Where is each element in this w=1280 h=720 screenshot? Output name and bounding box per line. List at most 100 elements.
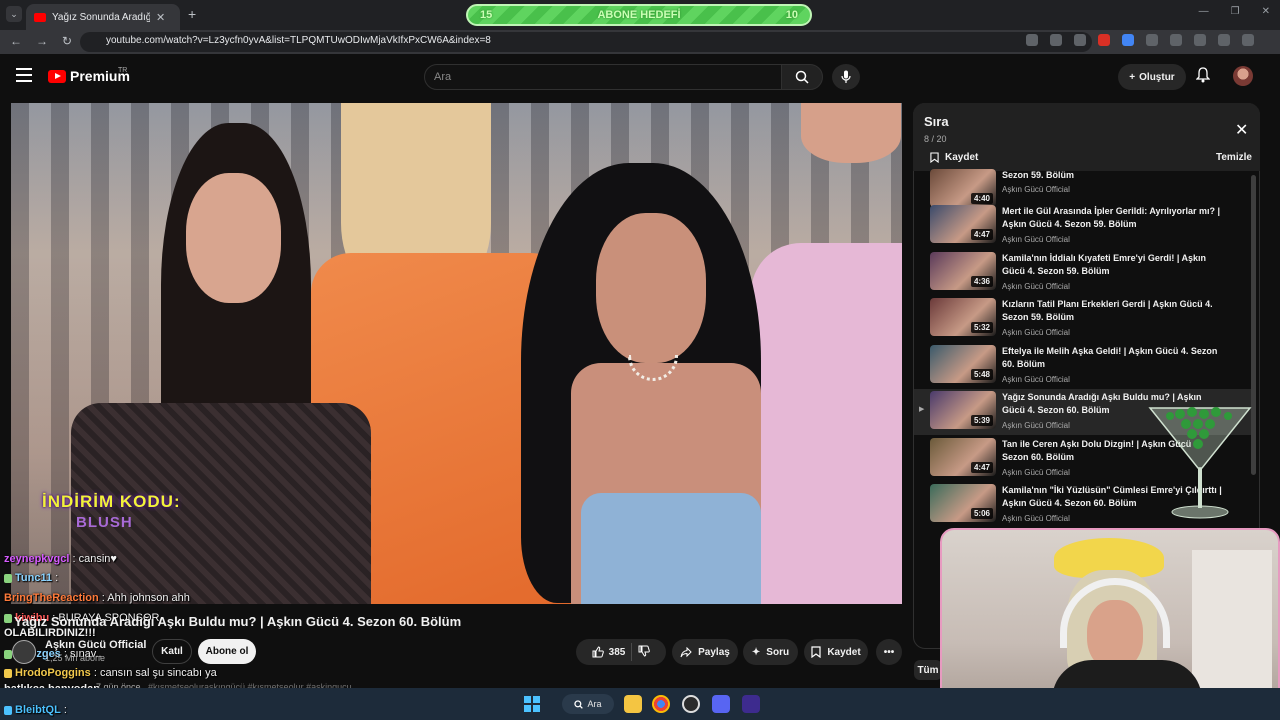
tab-title: Yağız Sonunda Aradığı Aşkı (52, 11, 150, 23)
video-figure (186, 173, 281, 303)
playlist-position: 8 / 20 (924, 134, 947, 144)
bookmark-star-icon[interactable] (1074, 34, 1086, 46)
windows-start-icon[interactable] (524, 696, 540, 712)
save-label: Kaydet (827, 646, 861, 658)
browser-tab-active[interactable]: Yağız Sonunda Aradığı Aşkı ✕ (26, 4, 180, 30)
more-actions-button[interactable]: ••• (876, 639, 902, 665)
tab-search-button[interactable]: ⌄ (6, 6, 22, 22)
playlist-item[interactable]: 5:32 Kızların Tatil Planı Erkekleri Gerdi… (914, 296, 1251, 342)
extension-icon[interactable] (1146, 34, 1158, 46)
puzzle-icon[interactable] (1170, 34, 1182, 46)
extension-red-icon[interactable] (1098, 34, 1110, 46)
close-window-icon[interactable]: ✕ (1262, 6, 1270, 17)
promo-code-value: BLUSH (76, 514, 133, 531)
like-button[interactable]: 385 (592, 646, 625, 658)
playlist-item-title[interactable]: Eftelya ile Melih Aşka Geldi! | Aşkın Gü… (1002, 345, 1222, 371)
playlist-thumbnail[interactable]: 5:39 (930, 391, 996, 429)
video-duration: 4:36 (970, 276, 993, 287)
playlist-thumbnail[interactable]: 5:06 (930, 484, 996, 522)
chat-badge-icon (4, 668, 12, 678)
cast-icon[interactable] (1026, 34, 1038, 46)
file-explorer-icon[interactable] (624, 695, 642, 713)
app-icon[interactable] (742, 695, 760, 713)
playlist-item[interactable]: 4:47 Mert ile Gül Arasında İpler Gerildi:… (914, 203, 1251, 249)
video-duration: 4:47 (970, 462, 993, 473)
playlist-item-channel: Aşkın Gücü Official (1002, 514, 1070, 523)
divider (631, 643, 633, 661)
kebab-menu-icon[interactable] (1242, 34, 1254, 46)
ask-label: Soru (766, 646, 790, 658)
close-playlist-icon[interactable]: ✕ (1235, 120, 1248, 140)
navigation-buttons: ← → ↻ (10, 34, 72, 48)
restore-icon[interactable]: ❐ (1231, 6, 1240, 17)
search-input[interactable] (424, 64, 782, 90)
playlist-item-channel: Aşkın Gücü Official (1002, 282, 1070, 291)
playlist-thumbnail[interactable]: 5:32 (930, 298, 996, 336)
playlist-item-title[interactable]: Kızların Tatil Planı Erkekleri Gerdi | A… (1002, 298, 1222, 324)
like-dislike-group: 385 (576, 639, 666, 665)
playlist-thumbnail[interactable]: 4:47 (930, 438, 996, 476)
save-button[interactable]: Kaydet (804, 639, 868, 665)
dislike-button[interactable] (638, 645, 651, 660)
hamburger-menu-icon[interactable] (16, 68, 32, 82)
search-icon (574, 699, 584, 709)
now-playing-icon: ▶ (919, 406, 925, 413)
playlist-item-title[interactable]: Mert ile Gül Arasında İpler Gerildi: Ayr… (1002, 205, 1222, 231)
playlist-item[interactable]: 5:48 Eftelya ile Melih Aşka Geldi! | Aşkı… (914, 343, 1251, 389)
reload-icon[interactable]: ↻ (62, 34, 72, 48)
url-text[interactable]: youtube.com/watch?v=Lz3ycfn0yvA&list=TLP… (106, 35, 491, 46)
close-tab-icon[interactable]: ✕ (156, 11, 165, 24)
eye-off-icon[interactable] (1050, 34, 1062, 46)
chrome-icon[interactable] (652, 695, 670, 713)
join-button[interactable]: Katıl (152, 639, 192, 664)
youtube-play-icon (48, 69, 66, 83)
playlist-item-title[interactable]: Sezon 59. Bölüm (1002, 169, 1222, 182)
playlist-thumbnail[interactable]: 4:40 (930, 169, 996, 207)
search-button[interactable] (781, 64, 823, 90)
voice-search-button[interactable] (832, 64, 860, 90)
search-placeholder: Ara (434, 71, 452, 83)
extension-blue-icon[interactable] (1122, 34, 1134, 46)
notifications-button[interactable] (1195, 67, 1211, 86)
playlist-item-channel: Aşkın Gücü Official (1002, 235, 1070, 244)
video-duration: 5:39 (970, 415, 993, 426)
filter-chip-all[interactable]: Tüm (914, 660, 942, 680)
media-icon[interactable] (1194, 34, 1206, 46)
goal-current: 15 (480, 9, 493, 21)
channel-avatar[interactable] (12, 640, 36, 664)
discord-icon[interactable] (712, 695, 730, 713)
cocktail-glass-overlay (1148, 407, 1252, 519)
taskbar-search[interactable]: Ara (562, 694, 614, 714)
bookmark-icon (930, 152, 939, 163)
playlist-thumbnail[interactable]: 4:36 (930, 252, 996, 290)
playlist-item-channel: Aşkın Gücü Official (1002, 185, 1070, 194)
playlist-thumbnail[interactable]: 5:48 (930, 345, 996, 383)
extension-icons (1026, 34, 1254, 46)
share-button[interactable]: Paylaş (672, 639, 738, 665)
playlist-clear-button[interactable]: Temizle (1216, 152, 1252, 163)
minimize-icon[interactable]: — (1199, 6, 1209, 17)
profile-icon[interactable] (1218, 34, 1230, 46)
back-icon[interactable]: ← (10, 34, 22, 48)
playlist-thumbnail[interactable]: 4:47 (930, 205, 996, 243)
thumbs-down-icon (638, 645, 651, 657)
ask-button[interactable]: ✦ Soru (743, 639, 798, 665)
taskbar-search-label: Ara (587, 699, 602, 709)
sparkle-icon: ✦ (751, 646, 761, 658)
video-duration: 5:48 (970, 369, 993, 380)
video-player[interactable] (11, 103, 902, 604)
playlist-item[interactable]: 4:36 Kamila'nın İddialı Kıyafeti Emre'yi … (914, 250, 1251, 296)
subscriber-count: 1,25 Mn abone (45, 653, 106, 663)
create-button[interactable]: + Oluştur (1118, 64, 1186, 90)
playlist-item-title[interactable]: Kamila'nın İddialı Kıyafeti Emre'yi Gerd… (1002, 252, 1222, 278)
channel-name[interactable]: Aşkın Gücü Official (45, 639, 146, 651)
account-avatar[interactable] (1233, 66, 1253, 86)
bell-icon (1195, 67, 1211, 83)
new-tab-button[interactable]: + (188, 6, 196, 22)
app-icon[interactable] (682, 695, 700, 713)
chat-message: BleibtQL : (4, 704, 67, 716)
chat-badge-icon (4, 705, 12, 715)
playlist-save-button[interactable]: Kaydet (930, 152, 978, 163)
subscribe-button[interactable]: Abone ol (198, 639, 256, 664)
forward-icon[interactable]: → (36, 34, 48, 48)
